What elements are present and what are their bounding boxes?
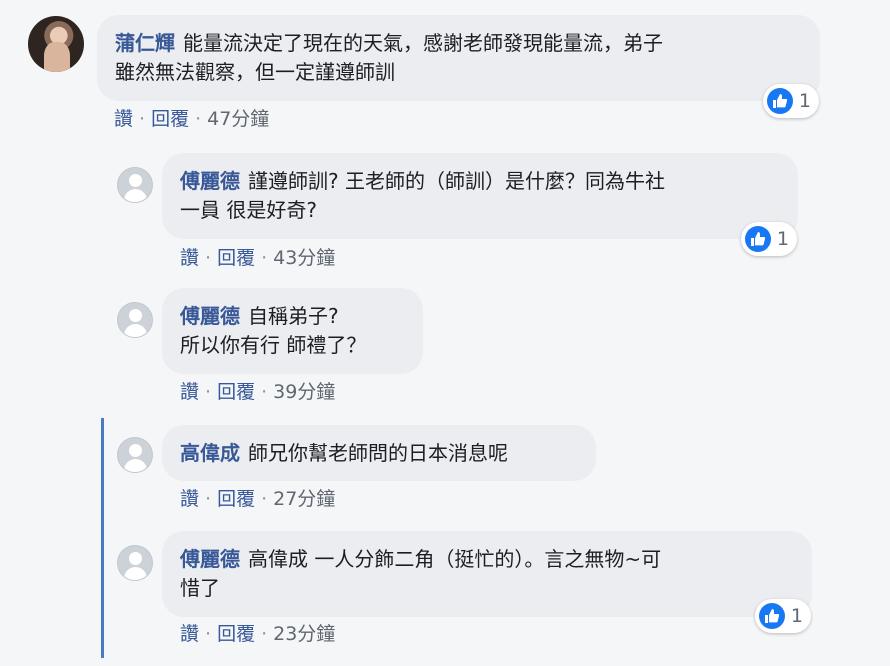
comment-author[interactable]: 蒲仁輝 xyxy=(115,31,175,55)
timestamp[interactable]: 43分鐘 xyxy=(273,247,335,269)
avatar-default[interactable] xyxy=(117,167,153,203)
comment-text-line1: 自稱弟子? xyxy=(248,304,339,328)
comment-text-line1: 謹遵師訓? 王老師的（師訓）是什麼？同為牛社 xyxy=(248,169,665,193)
like-link[interactable]: 讚 xyxy=(180,488,199,510)
reaction-count: 1 xyxy=(798,90,811,112)
avatar-puren-hui[interactable] xyxy=(28,16,84,72)
comment-actions: 讚 · 回覆 · 23分鐘 xyxy=(180,623,336,645)
reaction-count: 1 xyxy=(776,228,789,250)
avatar-default[interactable] xyxy=(117,545,153,581)
reply-link[interactable]: 回覆 xyxy=(151,108,189,130)
comment-actions: 讚 · 回覆 · 47分鐘 xyxy=(114,108,270,130)
comment-author[interactable]: 傅麗德 xyxy=(180,304,240,328)
comment-actions: 讚 · 回覆 · 43分鐘 xyxy=(180,247,336,269)
thumbs-up-icon xyxy=(767,88,793,114)
reply-link[interactable]: 回覆 xyxy=(217,488,255,510)
comment-text-line2: 一員 很是好奇? xyxy=(180,198,317,222)
comment-bubble: 蒲仁輝 能量流決定了現在的天氣，感謝老師發現能量流，弟子 雖然無法觀察，但一定謹遵… xyxy=(97,15,820,101)
reaction-count: 1 xyxy=(790,605,803,627)
reply-bubble: 傅麗德 高偉成 一人分飾二角（挺忙的）。言之無物~可 惜了 xyxy=(162,531,812,617)
reply-link[interactable]: 回覆 xyxy=(217,623,255,645)
timestamp[interactable]: 39分鐘 xyxy=(273,381,335,403)
comment-author[interactable]: 傅麗德 xyxy=(180,169,240,193)
comment-text-line1: 高偉成 一人分飾二角（挺忙的）。言之無物~可 xyxy=(248,547,662,571)
reaction-summary[interactable]: 1 xyxy=(741,222,797,256)
comment-author[interactable]: 高偉成 xyxy=(180,441,240,465)
avatar-default[interactable] xyxy=(117,302,153,338)
comment-text-line2: 雖然無法觀察，但一定謹遵師訓 xyxy=(115,60,395,84)
like-link[interactable]: 讚 xyxy=(180,623,199,645)
comment-text-line2: 所以你有行 師禮了？ xyxy=(180,333,367,357)
thumbs-up-icon xyxy=(759,603,785,629)
reaction-summary[interactable]: 1 xyxy=(755,599,811,633)
reply-link[interactable]: 回覆 xyxy=(217,381,255,403)
like-link[interactable]: 讚 xyxy=(114,108,133,130)
comment-actions: 讚 · 回覆 · 39分鐘 xyxy=(180,381,336,403)
reply-bubble: 傅麗德 自稱弟子? 所以你有行 師禮了？ xyxy=(162,288,423,374)
reply-link[interactable]: 回覆 xyxy=(217,247,255,269)
thumbs-up-icon xyxy=(745,226,771,252)
reaction-summary[interactable]: 1 xyxy=(763,84,819,118)
comment-author[interactable]: 傅麗德 xyxy=(180,547,240,571)
comment-text-line2: 惜了 xyxy=(180,576,220,600)
comment-actions: 讚 · 回覆 · 27分鐘 xyxy=(180,488,336,510)
comment-text-line1: 能量流決定了現在的天氣，感謝老師發現能量流，弟子 xyxy=(183,31,663,55)
reply-bubble: 傅麗德 謹遵師訓? 王老師的（師訓）是什麼？同為牛社 一員 很是好奇? xyxy=(162,153,798,239)
avatar-default[interactable] xyxy=(117,437,153,473)
timestamp[interactable]: 27分鐘 xyxy=(273,488,335,510)
timestamp[interactable]: 47分鐘 xyxy=(207,108,269,130)
reply-thread-line xyxy=(101,418,104,658)
like-link[interactable]: 讚 xyxy=(180,381,199,403)
reply-bubble: 高偉成 師兄你幫老師問的日本消息呢 xyxy=(162,425,596,481)
comment-text-line1: 師兄你幫老師問的日本消息呢 xyxy=(248,441,508,465)
timestamp[interactable]: 23分鐘 xyxy=(273,623,335,645)
like-link[interactable]: 讚 xyxy=(180,247,199,269)
